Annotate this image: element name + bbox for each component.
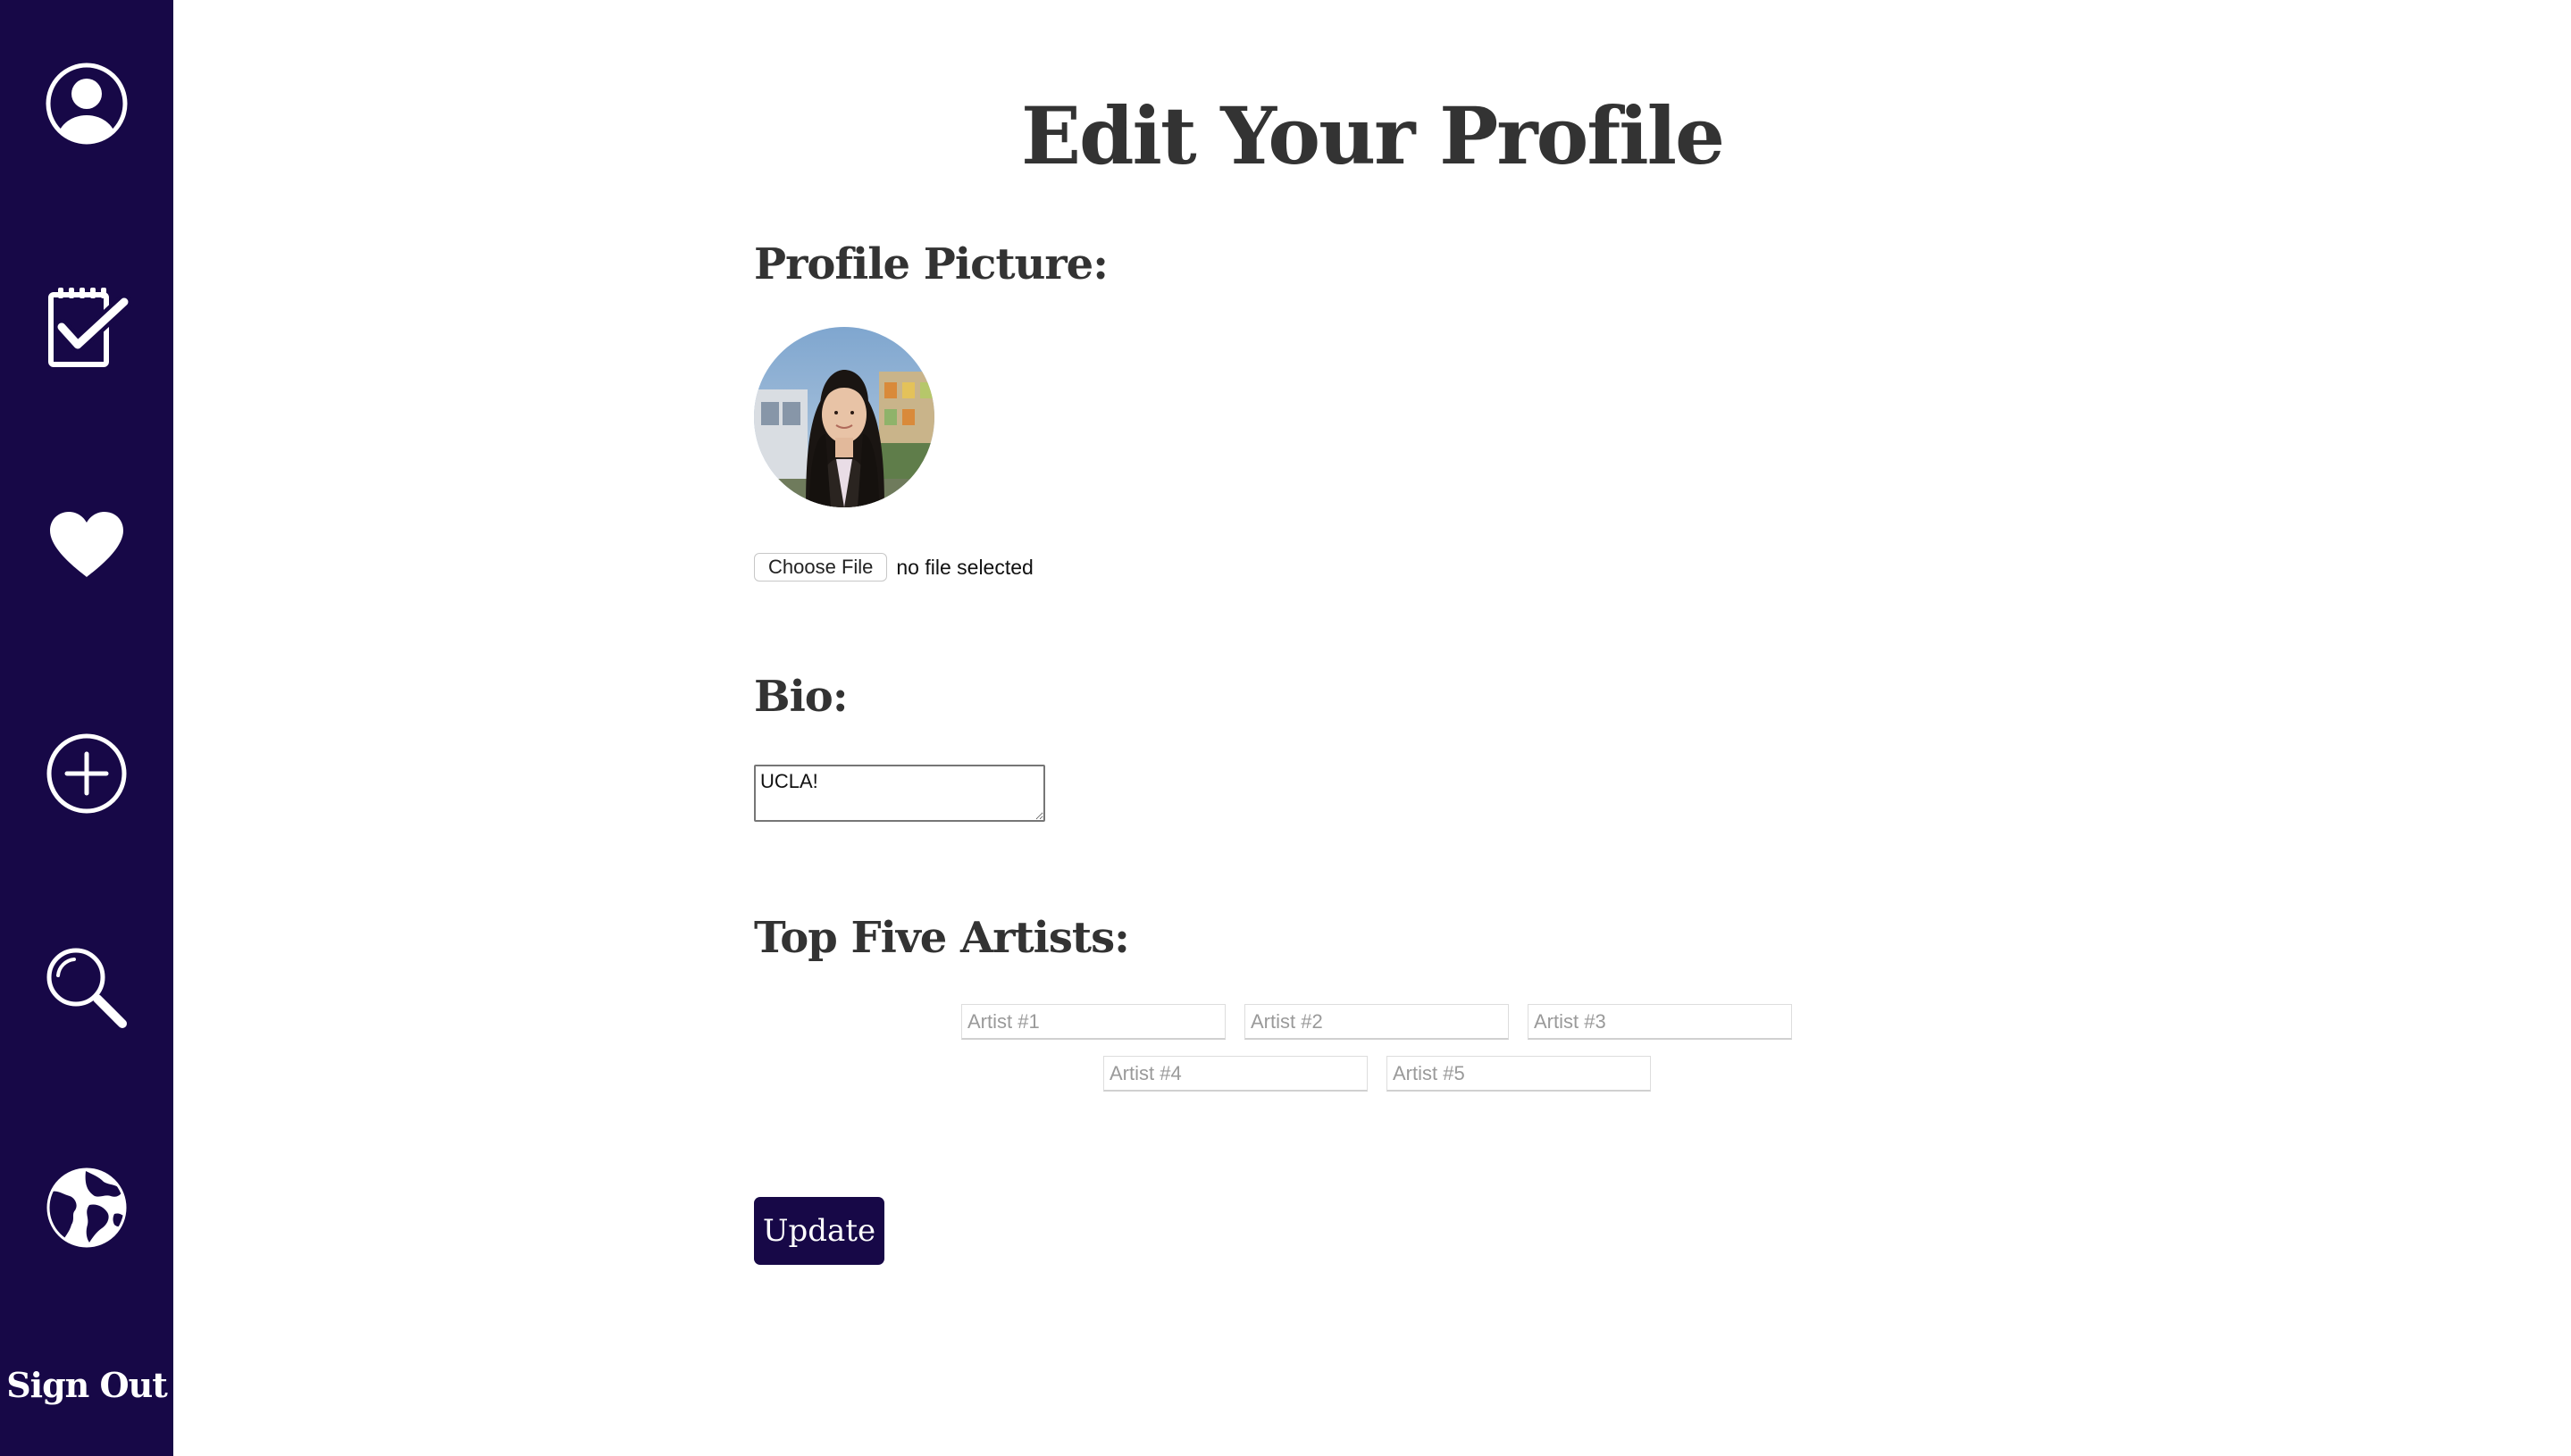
sign-out-link[interactable]: Sign Out — [0, 1365, 173, 1405]
heart-icon — [50, 512, 123, 577]
artist-4-input[interactable] — [1103, 1056, 1368, 1092]
sidebar-item-profile[interactable] — [24, 41, 149, 166]
avatar-photo — [754, 327, 934, 507]
choose-file-button[interactable]: Choose File — [754, 553, 888, 582]
sidebar-item-search[interactable] — [24, 925, 149, 1050]
bio-textarea[interactable] — [754, 765, 1045, 822]
update-button[interactable]: Update — [754, 1197, 884, 1265]
checklist-icon — [48, 288, 131, 367]
page-title: Edit Your Profile — [1020, 89, 1725, 182]
sidebar: Sign Out — [0, 0, 173, 1456]
sidebar-item-tasks[interactable] — [24, 264, 149, 389]
file-upload: Choose File no file selected — [754, 552, 1034, 582]
file-status: no file selected — [896, 555, 1034, 579]
avatar — [754, 327, 934, 507]
sidebar-item-favorites[interactable] — [24, 482, 149, 607]
bio-heading: Bio: — [754, 672, 849, 722]
search-icon — [46, 948, 127, 1028]
artist-5-input[interactable] — [1386, 1056, 1651, 1092]
profile-picture-heading: Profile Picture: — [754, 239, 1109, 289]
main-content: Edit Your Profile — [173, 0, 2571, 1456]
top-artists-heading: Top Five Artists: — [754, 913, 1130, 963]
sidebar-item-create[interactable] — [24, 711, 149, 836]
artist-2-input[interactable] — [1244, 1004, 1509, 1040]
plus-circle-icon — [46, 733, 127, 814]
artist-1-input[interactable] — [961, 1004, 1226, 1040]
artist-3-input[interactable] — [1528, 1004, 1792, 1040]
sidebar-item-explore[interactable] — [24, 1145, 149, 1270]
profile-icon — [46, 63, 128, 145]
globe-icon — [46, 1167, 127, 1248]
